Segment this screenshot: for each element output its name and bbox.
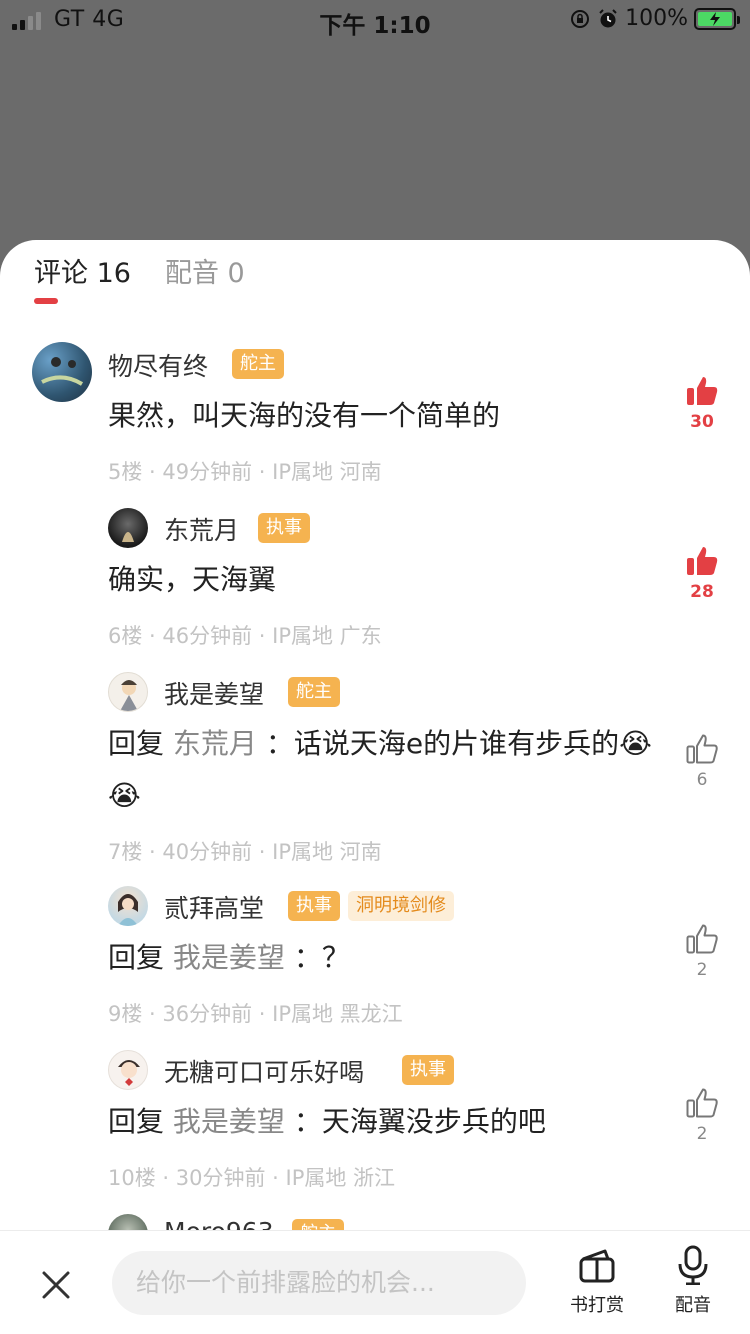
avatar[interactable] [108,508,148,548]
comment-input[interactable]: 给你一个前排露脸的机会... [112,1251,526,1315]
thumbs-up-filled-icon [687,547,718,575]
like-count: 6 [696,770,708,790]
rank-badge: 舵主 [232,349,284,379]
rank-badge: 执事 [288,891,340,921]
alarm-icon [599,8,617,27]
tab-bar: 评论 16 配音 0 [34,254,245,306]
username[interactable]: 贰拜高堂 [164,889,264,925]
rank-badge: 执事 [258,513,310,543]
badge-group: 执事 [402,1055,454,1085]
book-reward-label: 书打赏 [570,1295,624,1316]
comment-meta: 9楼 · 36分钟前 · IP属地 黑龙江 [108,1002,403,1026]
comment-text[interactable]: 确实，天海翼 [108,554,653,606]
comment-body: ：天海翼没步兵的吧 [293,1105,546,1138]
reply-prefix: 回复 [108,1105,165,1138]
dubbing-button[interactable]: 配音 [658,1245,728,1317]
comment-sheet: 评论 16 配音 0 物尽有终 舵主 果然，叫天海的没有一个简单的 5楼 · 4… [0,240,750,1334]
thumbs-up-outline-icon [686,1088,718,1118]
like-count: 2 [696,960,708,980]
reply-target-name[interactable]: 东荒月 [173,727,257,760]
like-button[interactable]: 2 [676,922,728,980]
avatar[interactable] [32,342,92,402]
like-count: 28 [690,582,714,602]
microphone-icon [678,1245,708,1286]
comment-meta: 6楼 · 46分钟前 · IP属地 广东 [108,624,382,648]
comment-body: 确实，天海翼 [108,563,277,596]
badge-group: 执事 [258,513,310,543]
like-button[interactable]: 28 [676,544,728,602]
reply-target-name[interactable]: 我是姜望 [173,1105,285,1138]
like-button[interactable]: 30 [676,374,728,432]
dubbing-label: 配音 [675,1295,711,1316]
bottom-bar: 给你一个前排露脸的机会... 书打赏 配音 [0,1230,750,1334]
comment-text[interactable]: 回复 东荒月 ：话说天海e的片谁有步兵的😭😭 [108,718,653,822]
badge-group: 执事 洞明境剑修 [288,891,454,921]
like-button[interactable]: 2 [676,1086,728,1144]
avatar[interactable] [108,886,148,926]
comment-body: 果然，叫天海的没有一个简单的 [108,399,501,432]
comment-body: ：？ [293,941,350,974]
comment-text[interactable]: 回复 我是姜望 ：天海翼没步兵的吧 [108,1096,653,1148]
book-reward-button[interactable]: 书打赏 [562,1245,632,1317]
battery-percent: 100% [625,6,688,31]
reply-prefix: 回复 [108,941,165,974]
comment-text[interactable]: 回复 我是姜望 ：？ [108,932,653,984]
like-count: 30 [690,412,714,432]
gift-icon [579,1249,615,1283]
comment-meta: 5楼 · 49分钟前 · IP属地 河南 [108,460,382,484]
badge-group: 舵主 [288,677,340,707]
status-bar: GT 4G 下午 1:10 100% [0,0,750,40]
rank-badge: 执事 [402,1055,454,1085]
tab-dubbing[interactable]: 配音 0 [165,254,245,306]
like-button[interactable]: 6 [676,732,728,790]
avatar[interactable] [108,672,148,712]
close-icon[interactable] [36,1265,76,1305]
reply-prefix: 回复 [108,727,165,760]
reply-target-name[interactable]: 我是姜望 [173,941,285,974]
comment-meta: 10楼 · 30分钟前 · IP属地 浙江 [108,1166,396,1190]
badge-group: 舵主 [232,349,284,379]
battery-icon [694,7,740,30]
rotation-lock-icon [571,9,590,28]
like-count: 2 [696,1124,708,1144]
username[interactable]: 物尽有终 [108,347,208,383]
rank-badge: 舵主 [288,677,340,707]
realm-badge: 洞明境剑修 [348,891,454,921]
username[interactable]: 无糖可口可乐好喝 [164,1053,364,1089]
username[interactable]: 东荒月 [164,511,239,547]
comment-meta: 7楼 · 40分钟前 · IP属地 河南 [108,840,382,864]
active-tab-indicator [34,298,58,304]
thumbs-up-outline-icon [686,734,718,764]
thumbs-up-outline-icon [686,924,718,954]
username[interactable]: 我是姜望 [164,675,264,711]
avatar[interactable] [108,1050,148,1090]
comment-text[interactable]: 果然，叫天海的没有一个简单的 [108,390,653,442]
thumbs-up-filled-icon [687,377,718,405]
